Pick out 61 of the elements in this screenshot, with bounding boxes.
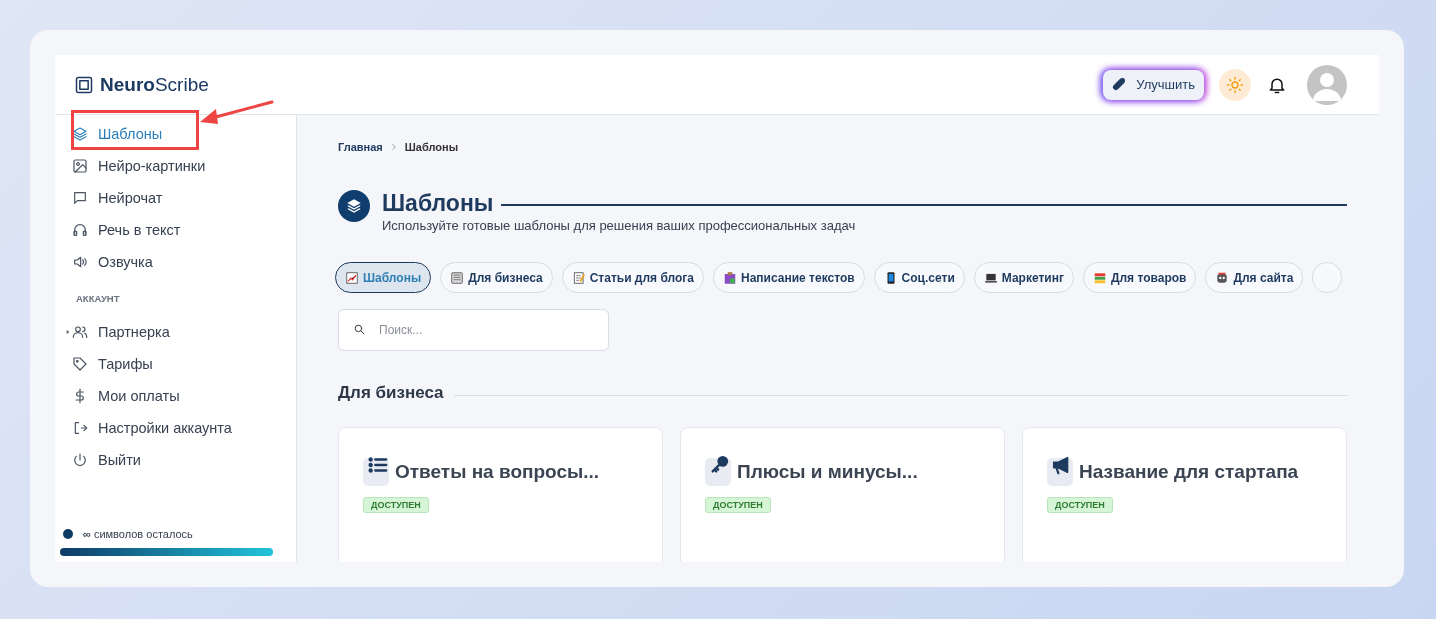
speaker-icon	[72, 254, 88, 270]
status-badge: ДОСТУПЕН	[363, 497, 429, 513]
template-card[interactable]: Название для стартапа ДОСТУПЕН	[1022, 427, 1347, 562]
page-title: Шаблоны	[382, 190, 494, 216]
sidebar-item[interactable]: Шаблоны	[60, 118, 167, 150]
template-card[interactable]: Ответы на вопросы... ДОСТУПЕН	[338, 427, 663, 562]
logout-icon	[72, 420, 88, 436]
sidebar-item[interactable]: Озвучка	[60, 246, 157, 278]
sidebar-item[interactable]: Настройки аккаунта	[60, 412, 236, 444]
theme-toggle-button[interactable]	[1219, 68, 1251, 101]
card-title: Ответы на вопросы...	[395, 461, 600, 483]
page-subtitle: Используйте готовые шаблоны для решения ваших профессиональных задач	[382, 218, 857, 233]
sidebar-item[interactable]: Партнерка	[60, 316, 174, 348]
logo-icon	[74, 74, 94, 95]
sidebar-item[interactable]: Тарифы	[60, 348, 157, 380]
sidebar-item[interactable]: Мои оплаты	[60, 380, 184, 412]
status-badge: ДОСТУПЕН	[705, 497, 771, 513]
breadcrumb-link[interactable]: Главная	[338, 141, 383, 153]
power-icon	[72, 452, 88, 468]
status-badge: ДОСТУПЕН	[1047, 497, 1113, 513]
logo-text: NeuroScribe	[100, 73, 209, 96]
headphones-icon	[72, 222, 88, 238]
clipboard-icon	[723, 270, 737, 285]
tag-icon	[72, 356, 88, 372]
layers-icon	[72, 126, 88, 142]
users-icon	[72, 324, 88, 340]
category-chip[interactable]: Для товаров	[1082, 262, 1197, 293]
breadcrumb-link[interactable]: Шаблоны	[404, 141, 459, 153]
category-chip[interactable]: Маркетинг	[973, 262, 1074, 293]
status-dot	[63, 529, 73, 539]
image-icon	[72, 158, 88, 174]
avatar[interactable]	[1307, 64, 1347, 105]
chart-icon	[345, 270, 359, 285]
category-chip[interactable]: Статьи для блога	[561, 262, 704, 293]
sidebar-item[interactable]: Выйти	[60, 444, 145, 476]
category-chip[interactable]: Для сайта	[1205, 262, 1304, 293]
sidebar-item[interactable]: Речь в текст	[60, 214, 185, 246]
sidebar-item[interactable]: Нейрочат	[60, 182, 167, 214]
layers-badge-icon	[338, 190, 370, 222]
template-card[interactable]: Плюсы и минусы... ДОСТУПЕН	[680, 427, 1005, 562]
symbols-remaining-text: ∞ символов осталось	[83, 528, 193, 540]
search-field[interactable]: Поиск...	[338, 309, 609, 351]
category-chip[interactable]	[1312, 262, 1343, 293]
card-title: Плюсы и минусы...	[737, 461, 918, 483]
robot-icon	[1215, 270, 1230, 285]
sidebar-item[interactable]: Нейро-картинки	[60, 150, 210, 182]
category-chip[interactable]: Написание текстов	[713, 262, 865, 293]
upgrade-button[interactable]: Улучшить	[1103, 69, 1204, 100]
card-title: Название для стартапа	[1079, 461, 1299, 483]
notepad-icon	[571, 270, 586, 285]
category-chip[interactable]: Для бизнеса	[440, 262, 553, 293]
newspaper-icon	[450, 270, 465, 285]
key-icon	[709, 454, 731, 476]
search-icon	[353, 323, 366, 336]
chat-bubble-icon	[72, 190, 88, 206]
section-label: АККАУНТ	[76, 293, 121, 304]
section-title: Для бизнеса	[338, 383, 444, 403]
sun-icon	[1226, 75, 1244, 94]
category-chip[interactable]: Соц.сети	[873, 262, 965, 293]
books-icon	[1092, 270, 1107, 285]
list-icon	[367, 454, 389, 476]
